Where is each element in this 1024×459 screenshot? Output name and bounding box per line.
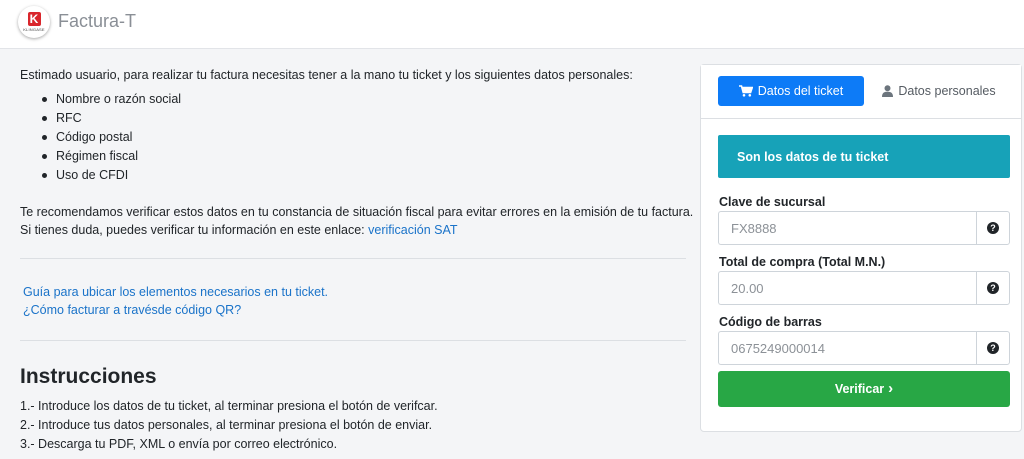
branch-code-help-button[interactable]: ? [976, 211, 1010, 245]
barcode-help-button[interactable]: ? [976, 331, 1010, 365]
branch-code-input[interactable] [718, 211, 976, 245]
verify-button[interactable]: Verificar › [718, 371, 1010, 407]
brand-logo[interactable]: K KLINGASE [18, 6, 50, 38]
list-item: 1.- Introduce los datos de tu ticket, al… [20, 399, 438, 413]
tab-label: Datos del ticket [757, 84, 844, 98]
tab-personal-data[interactable]: Datos personales [879, 76, 999, 106]
question-circle-icon: ? [987, 342, 999, 354]
logo-subtext: KLINGASE [23, 27, 45, 32]
purchase-total-input[interactable] [718, 271, 976, 305]
list-item: 2.- Introduce tus datos personales, al t… [20, 418, 433, 432]
shopping-cart-icon [738, 85, 753, 97]
list-item: 3.- Descarga tu PDF, XML o envía por cor… [20, 437, 338, 451]
list-item: RFC [42, 111, 181, 130]
list-item: Nombre o razón social [42, 92, 181, 111]
top-header: K KLINGASE Factura-T [0, 0, 1024, 49]
question-circle-icon: ? [987, 222, 999, 234]
bullet-icon [42, 97, 47, 102]
barcode-label: Código de barras [719, 315, 822, 329]
branch-code-label: Clave de sucursal [719, 195, 826, 209]
list-item: Uso de CFDI [42, 168, 181, 187]
tab-label: Datos personales [898, 84, 996, 98]
app-title: Factura-T [58, 11, 137, 31]
divider [20, 258, 686, 259]
barcode-group: ? [718, 331, 1010, 365]
instructions-steps: 1.- Introduce los datos de tu ticket, al… [20, 397, 438, 454]
branch-code-group: ? [718, 211, 1010, 245]
ticket-guide-link[interactable]: Guía para ubicar los elementos necesario… [23, 285, 328, 299]
guide-links: Guía para ubicar los elementos necesario… [23, 283, 328, 319]
verify-label: Verificar [834, 382, 885, 396]
bullet-icon [42, 116, 47, 121]
list-item: Régimen fiscal [42, 149, 181, 168]
purchase-total-label: Total de compra (Total M.N.) [719, 255, 886, 269]
bullet-icon [42, 154, 47, 159]
bullet-icon [42, 135, 47, 140]
list-item: Código postal [42, 130, 181, 149]
chevron-right-icon: › [888, 380, 894, 397]
qr-guide-link[interactable]: ¿Cómo facturar a travésde código QR? [23, 303, 241, 317]
logo-letter: K [27, 12, 41, 26]
barcode-input[interactable] [718, 331, 976, 365]
requirements-list: Nombre o razón social RFC Código postal … [42, 92, 181, 187]
instructions-title: Instrucciones [20, 365, 157, 388]
question-circle-icon: ? [987, 282, 999, 294]
recommendation-line: Te recomendamos verificar estos datos en… [20, 205, 694, 219]
sat-verification-link[interactable]: verificación SAT [368, 223, 457, 237]
user-icon [882, 85, 894, 97]
bullet-icon [42, 173, 47, 178]
divider [20, 340, 686, 341]
card-tabs: Datos del ticket Datos personales [701, 65, 1021, 119]
ticket-info-alert: Son los datos de tu ticket [718, 135, 1010, 178]
ticket-form-card: Datos del ticket Datos personales Son lo… [700, 64, 1022, 432]
tab-ticket-data[interactable]: Datos del ticket [718, 76, 864, 106]
recommendation-text: Te recomendamos verificar estos datos en… [20, 203, 693, 239]
intro-text: Estimado usuario, para realizar tu factu… [20, 68, 633, 82]
purchase-total-group: ? [718, 271, 1010, 305]
purchase-total-help-button[interactable]: ? [976, 271, 1010, 305]
recommendation-line-2: Si tienes duda, puedes verificar tu info… [20, 223, 458, 237]
